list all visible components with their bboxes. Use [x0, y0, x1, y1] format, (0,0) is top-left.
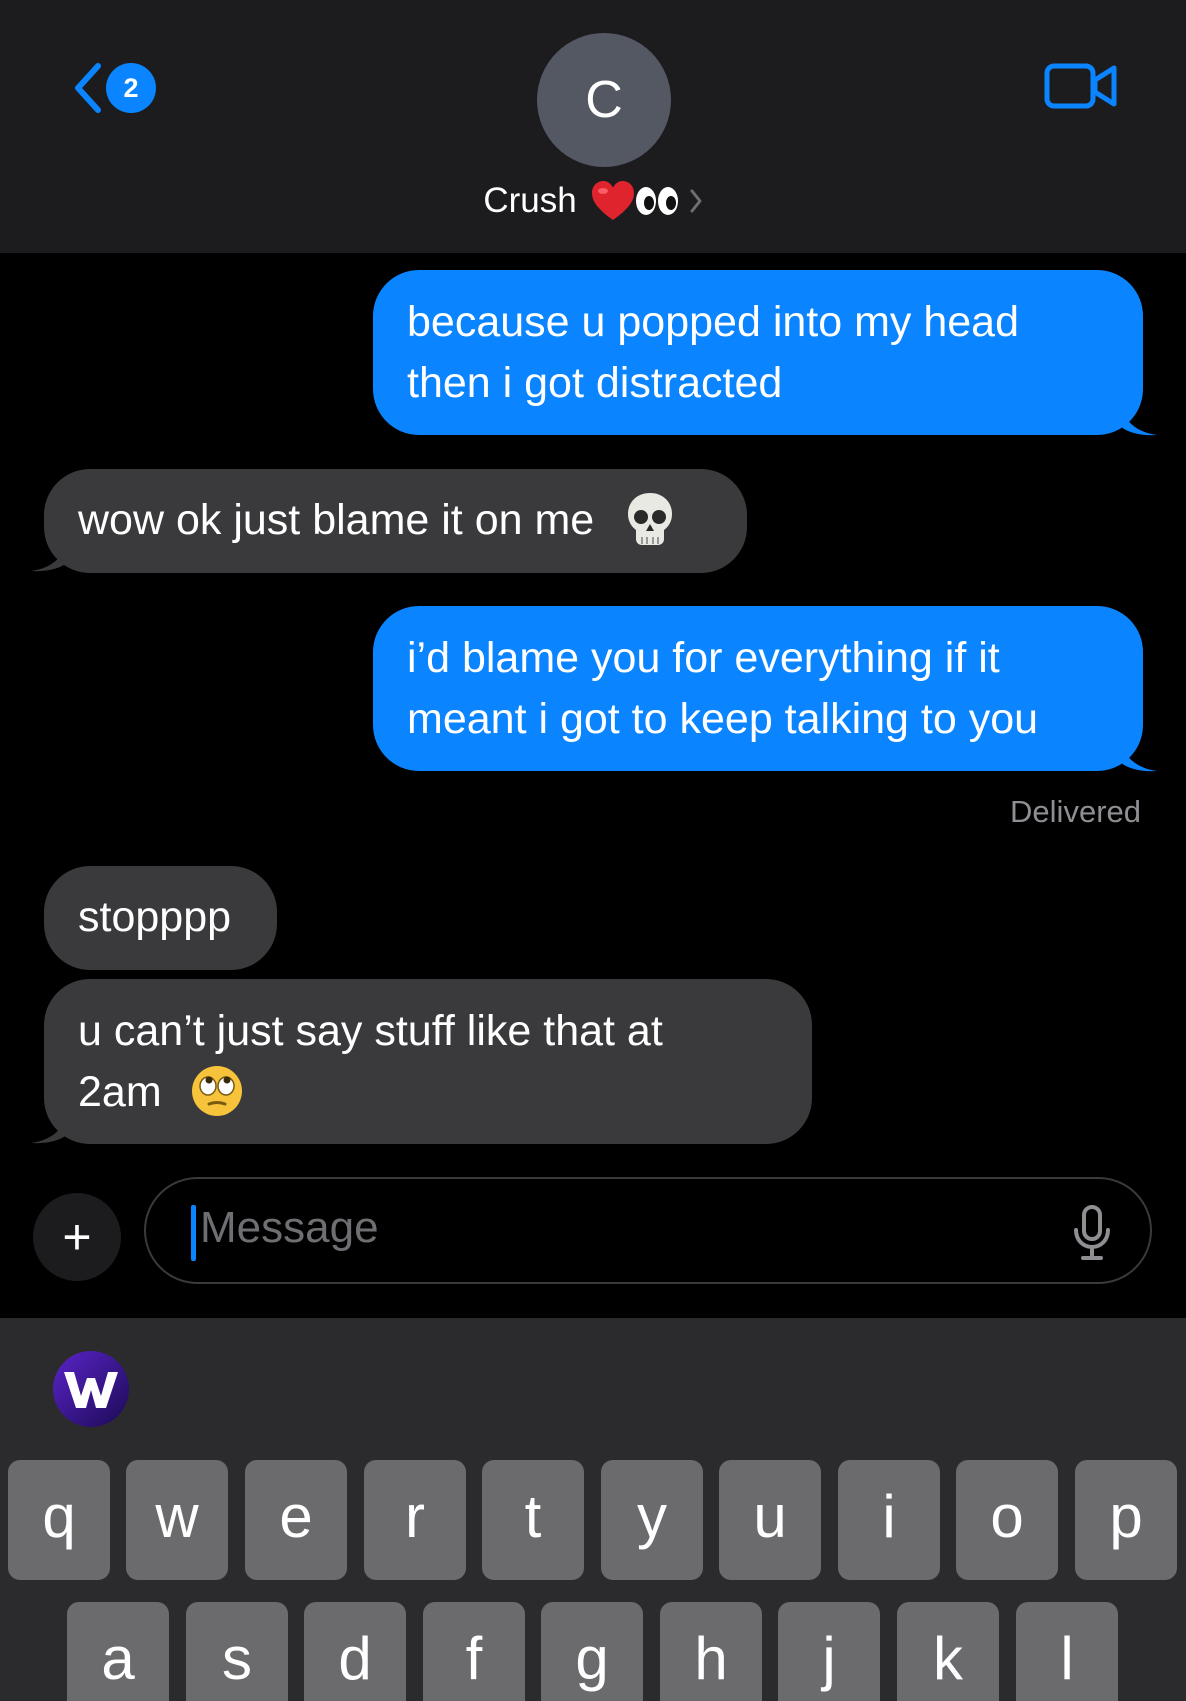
eyes-emoji: [635, 187, 678, 215]
video-call-icon[interactable]: [1044, 62, 1118, 110]
key-s[interactable]: s: [186, 1602, 288, 1701]
key-h[interactable]: h: [660, 1602, 762, 1701]
key-a[interactable]: a: [67, 1602, 169, 1701]
key-l[interactable]: l: [1016, 1602, 1118, 1701]
text-cursor: [191, 1205, 196, 1261]
key-w[interactable]: w: [126, 1460, 228, 1580]
key-j[interactable]: j: [778, 1602, 880, 1701]
add-attachment-button[interactable]: +: [33, 1193, 121, 1281]
key-q[interactable]: q: [8, 1460, 110, 1580]
contact-emoji: [591, 180, 679, 222]
contact-avatar[interactable]: C: [537, 33, 671, 167]
key-f[interactable]: f: [423, 1602, 525, 1701]
heart-emoji: [591, 181, 634, 220]
contact-name: Crush: [483, 181, 577, 220]
face-with-rolling-eyes-emoji: [191, 1065, 242, 1116]
key-d[interactable]: d: [304, 1602, 406, 1701]
key-k[interactable]: k: [897, 1602, 999, 1701]
key-u[interactable]: u: [719, 1460, 821, 1580]
bubble-tail: [31, 538, 68, 572]
key-o[interactable]: o: [956, 1460, 1058, 1580]
message-bubble-received[interactable]: u can’t just say stuff like that at 2am: [44, 979, 812, 1144]
message-input[interactable]: Message: [144, 1177, 1152, 1284]
keyboard-app-logo[interactable]: [52, 1350, 130, 1428]
microphone-icon[interactable]: [1072, 1204, 1112, 1262]
message-text: then i got distracted: [407, 359, 783, 407]
conversation-header: 2 C Crush: [0, 0, 1186, 253]
message-text: because u popped into my head: [407, 298, 1020, 346]
message-text: i’d blame you for everything if it: [407, 634, 1000, 682]
keyboard: q w e r t y u i o p a s d f g h j k l: [0, 1318, 1186, 1701]
delivered-status: Delivered: [1010, 794, 1141, 829]
message-bubble-received[interactable]: stopppp: [44, 866, 277, 970]
key-e[interactable]: e: [245, 1460, 347, 1580]
message-text: meant i got to keep talking to you: [407, 695, 1039, 743]
back-button[interactable]: 2: [70, 58, 170, 118]
message-bubble-received[interactable]: wow ok just blame it on me: [44, 469, 747, 573]
message-placeholder: Message: [200, 1203, 379, 1252]
message-bubble-sent[interactable]: i’d blame you for everything if it meant…: [373, 606, 1143, 771]
message-bubble-sent[interactable]: because u popped into my head then i got…: [373, 270, 1143, 435]
message-text: u can’t just say stuff like that at: [78, 1007, 663, 1055]
message-text: 2am: [78, 1062, 778, 1123]
contact-name-row[interactable]: Crush: [0, 180, 1186, 222]
key-p[interactable]: p: [1075, 1460, 1177, 1580]
message-text: wow ok just blame it on me: [78, 490, 713, 551]
bubble-tail: [31, 1110, 68, 1144]
chevron-right-icon: [690, 189, 702, 213]
unread-count-badge: 2: [106, 63, 156, 113]
key-t[interactable]: t: [482, 1460, 584, 1580]
bubble-tail: [1120, 738, 1157, 772]
skull-emoji: [628, 492, 673, 545]
key-y[interactable]: y: [601, 1460, 703, 1580]
key-r[interactable]: r: [364, 1460, 466, 1580]
key-g[interactable]: g: [541, 1602, 643, 1701]
chevron-left-icon: [75, 63, 101, 113]
message-text: stopppp: [78, 893, 232, 941]
key-i[interactable]: i: [838, 1460, 940, 1580]
bubble-tail: [1120, 402, 1157, 436]
